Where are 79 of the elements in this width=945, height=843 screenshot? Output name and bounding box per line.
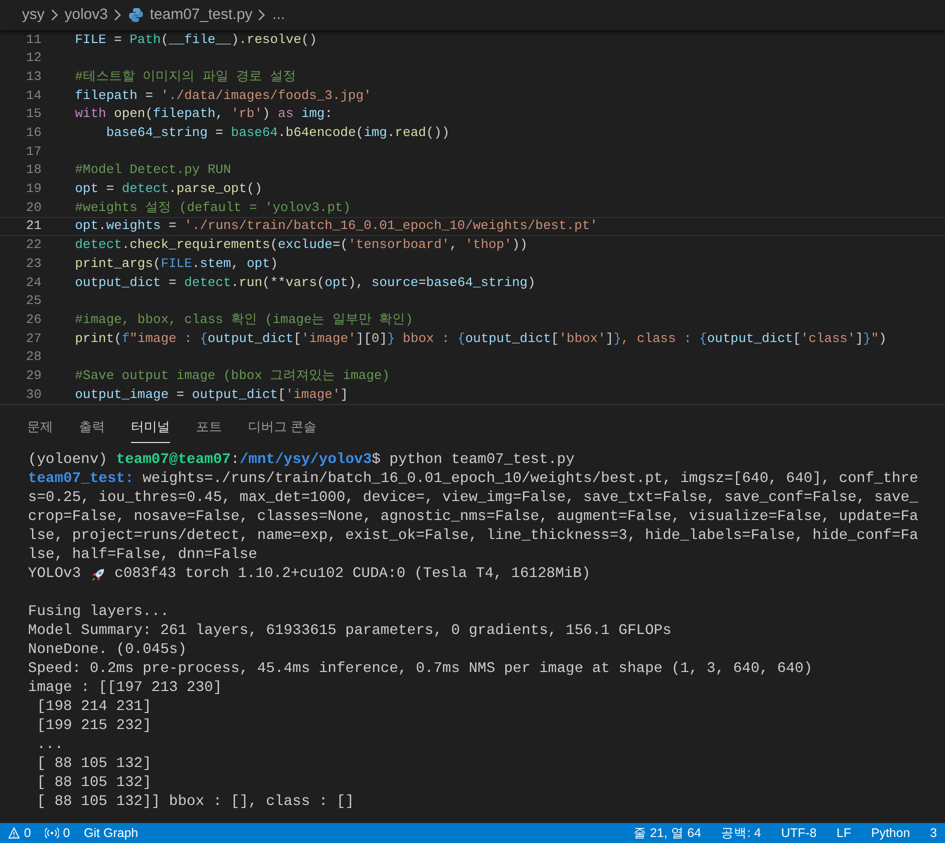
code-line: FILE = Path(__file__).resolve() (75, 30, 317, 49)
chevron-icon (114, 9, 122, 21)
line-number: 25 (25, 292, 43, 310)
status-item[interactable]: LF (836, 824, 852, 842)
breadcrumb-more[interactable]: ... (272, 4, 285, 26)
panel-tab[interactable]: 터미널 (131, 416, 170, 443)
breadcrumb-item[interactable]: ysy (22, 4, 44, 26)
code-line: output_dict = detect.run(**vars(opt), source=base64_string) (75, 274, 536, 292)
code-line: opt.weights = './runs/train/batch_16_0.01_epoch_10/weights/best.pt' (75, 217, 598, 236)
line-number: 28 (25, 348, 43, 366)
status-item[interactable]: Git Graph (84, 824, 138, 842)
line-number: 12 (25, 49, 43, 68)
warning-icon (8, 827, 20, 839)
line-number: 23 (25, 254, 43, 273)
terminal-line: team07_test: weights=./runs/train/batch_16_0.01_epoch_10/weights/best.pt, imgsz=[640, 640], conf_thre (28, 470, 920, 489)
line-number: 21 (25, 217, 43, 236)
status-item[interactable]: 3 (930, 824, 937, 842)
code-line: #Save output image (bbox 그려져있는 image) (75, 366, 390, 385)
code-line: opt = detect.parse_opt() (75, 180, 262, 198)
chevron-icon (258, 9, 266, 21)
code-line: print_args(FILE.stem, opt) (75, 254, 278, 273)
terminal-line: [198 214 231] (36, 698, 152, 717)
code-line: detect.check_requirements(exclude=('tensorboard', 'thop')) (75, 236, 528, 254)
line-number: 11 (25, 30, 43, 49)
status-item[interactable]: 0 (8, 824, 31, 842)
panel-tab[interactable]: 출력 (79, 416, 105, 443)
panel-tab[interactable]: 문제 (27, 416, 53, 443)
line-number: 17 (25, 142, 43, 161)
status-item[interactable]: 줄 21, 열 64 (634, 824, 702, 842)
antenna-icon (44, 827, 59, 839)
line-number: 26 (25, 310, 43, 329)
terminal-line: [199 215 232] (36, 717, 152, 736)
terminal-line: lse, half=False, dnn=False (28, 546, 258, 565)
code-line: print(f"image : {output_dict['image'][0]} bbox : {output_dict['bbox']}, class : {output_dict['class']}") (75, 330, 887, 348)
status-item[interactable]: Python (871, 824, 910, 842)
code-line: #image, bbox, class 확인 (image는 일부만 확인) (75, 310, 414, 329)
line-number: 16 (25, 124, 43, 142)
code-line: with open(filepath, 'rb') as img: (75, 105, 333, 124)
terminal-line: [ 88 105 132]] bbox : [], class : [] (36, 793, 356, 812)
panel-tab[interactable]: 디버그 콘솔 (248, 416, 317, 443)
terminal-line: NoneDone. (0.045s) (28, 641, 188, 660)
line-number: 22 (25, 236, 43, 254)
code-line: #weights 설정 (default = 'yolov3.pt) (75, 198, 351, 217)
rocket-icon (90, 566, 106, 582)
terminal-line: Fusing layers... (28, 603, 170, 622)
terminal-line: ... (36, 736, 64, 755)
terminal-line: [ 88 105 132] (36, 774, 152, 793)
line-number: 14 (25, 86, 43, 105)
status-item[interactable]: 0 (44, 824, 70, 842)
status-item[interactable]: 공백: 4 (721, 824, 762, 842)
terminal-line: image : [[197 213 230] (28, 679, 223, 698)
panel-tab[interactable]: 포트 (196, 416, 222, 443)
code-line: base64_string = base64.b64encode(img.read()) (105, 124, 450, 142)
breadcrumb-item[interactable]: team07_test.py (150, 4, 252, 26)
line-number: 30 (25, 386, 43, 404)
breadcrumb-item[interactable]: yolov3 (64, 4, 108, 26)
status-item[interactable]: UTF-8 (781, 824, 817, 842)
code-line: #Model Detect.py RUN (75, 161, 232, 180)
terminal-line: s=0.25, iou_thres=0.45, max_det=1000, device=, view_img=False, save_txt=False, save_conf=False, save_ (28, 489, 920, 508)
line-number: 13 (25, 68, 43, 86)
line-number: 20 (25, 198, 43, 217)
line-number: 15 (25, 105, 43, 124)
line-number: 27 (25, 330, 43, 348)
code-line: output_image = output_dict['image'] (75, 386, 348, 404)
terminal-line: YOLOv3 c083f43 torch 1.10.2+cu102 CUDA:0 (Tesla T4, 16128MiB) (28, 565, 592, 584)
terminal-line: crop=False, nosave=False, classes=None, agnostic_nms=False, augment=False, visualize=False, update=Fa (28, 508, 920, 527)
code-line: #테스트할 이미지의 파일 경로 설정 (75, 68, 296, 86)
terminal-line: [ 88 105 132] (36, 755, 152, 774)
line-number: 24 (25, 274, 43, 292)
python-icon (128, 7, 144, 23)
terminal-line: (yoloenv) team07@team07:/mnt/ysy/yolov3$ python team07_test.py (28, 451, 576, 470)
terminal-line: Speed: 0.2ms pre-process, 45.4ms inference, 0.7ms NMS per image at shape (1, 3, 640, 640) (28, 660, 814, 679)
terminal-line: lse, project=runs/detect, name=exp, exist_ok=False, line_thickness=3, hide_labels=False, hide_conf=Fa (28, 527, 920, 546)
terminal-line: Model Summary: 261 layers, 61933615 parameters, 0 gradients, 156.1 GFLOPs (28, 622, 672, 641)
chevron-icon (50, 9, 58, 21)
line-number: 18 (25, 161, 43, 180)
line-number: 29 (25, 366, 43, 385)
code-line: filepath = './data/images/foods_3.jpg' (75, 86, 372, 105)
line-number: 19 (25, 180, 43, 198)
